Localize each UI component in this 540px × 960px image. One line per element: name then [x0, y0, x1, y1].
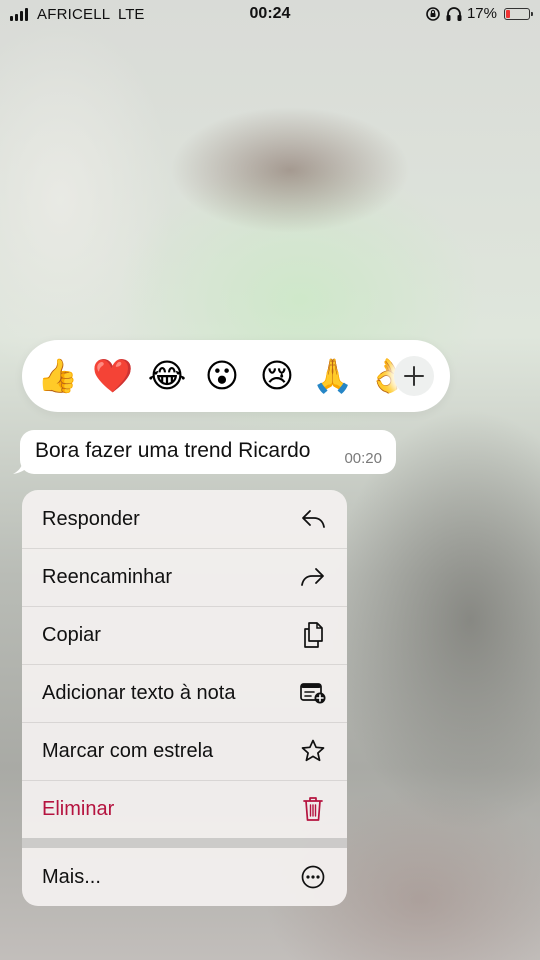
orientation-lock-icon — [426, 6, 440, 21]
more-reactions-button[interactable] — [394, 356, 434, 396]
message-text: Bora fazer uma trend Ricardo — [35, 439, 311, 462]
message-timestamp: 00:20 — [344, 450, 382, 467]
menu-item-label: Eliminar — [42, 797, 115, 820]
menu-item-forward[interactable]: Reencaminhar — [22, 548, 347, 606]
trash-icon — [299, 795, 327, 823]
reaction-crying-face[interactable]: 😢 — [257, 356, 297, 396]
star-icon — [299, 737, 327, 765]
reaction-red-heart[interactable]: ❤️ — [92, 356, 133, 396]
menu-item-more[interactable]: Mais... — [22, 848, 347, 906]
reply-icon — [299, 505, 327, 533]
menu-item-label: Adicionar texto à nota — [42, 681, 236, 704]
menu-item-label: Marcar com estrela — [42, 739, 214, 762]
menu-item-add-note[interactable]: Adicionar texto à nota — [22, 664, 347, 722]
menu-item-copy[interactable]: Copiar — [22, 606, 347, 664]
reaction-bar: 👍 ❤️ 😂 😮 😢 🙏 👌 — [22, 340, 450, 412]
menu-item-label: Copiar — [42, 623, 101, 646]
more-icon — [299, 863, 327, 891]
menu-item-star[interactable]: Marcar com estrela — [22, 722, 347, 780]
forward-icon — [299, 563, 327, 591]
reaction-tears-of-joy[interactable]: 😂 — [147, 356, 187, 396]
headphones-icon — [446, 6, 462, 21]
battery-percent: 17% — [466, 5, 497, 22]
menu-section-separator — [22, 838, 347, 848]
message-context-menu: Responder Reencaminhar Copiar Adicionar … — [22, 490, 347, 906]
battery-icon — [504, 7, 533, 20]
menu-item-reply[interactable]: Responder — [22, 490, 347, 548]
status-bar: AFRICELL LTE 00:24 17% — [0, 0, 540, 30]
menu-item-label: Mais... — [42, 865, 101, 888]
reaction-thumbs-up[interactable]: 👍 — [37, 356, 78, 396]
menu-item-delete[interactable]: Eliminar — [22, 780, 347, 838]
message-bubble[interactable]: Bora fazer uma trend Ricardo 00:20 — [20, 430, 396, 474]
menu-item-label: Responder — [42, 507, 140, 530]
status-right-group: 17% — [425, 5, 533, 22]
reaction-surprised-face[interactable]: 😮 — [202, 356, 242, 396]
reaction-folded-hands[interactable]: 🙏 — [312, 356, 353, 396]
plus-icon — [404, 366, 424, 386]
menu-item-label: Reencaminhar — [42, 565, 173, 588]
add-note-icon — [299, 679, 327, 707]
copy-icon — [299, 621, 327, 649]
